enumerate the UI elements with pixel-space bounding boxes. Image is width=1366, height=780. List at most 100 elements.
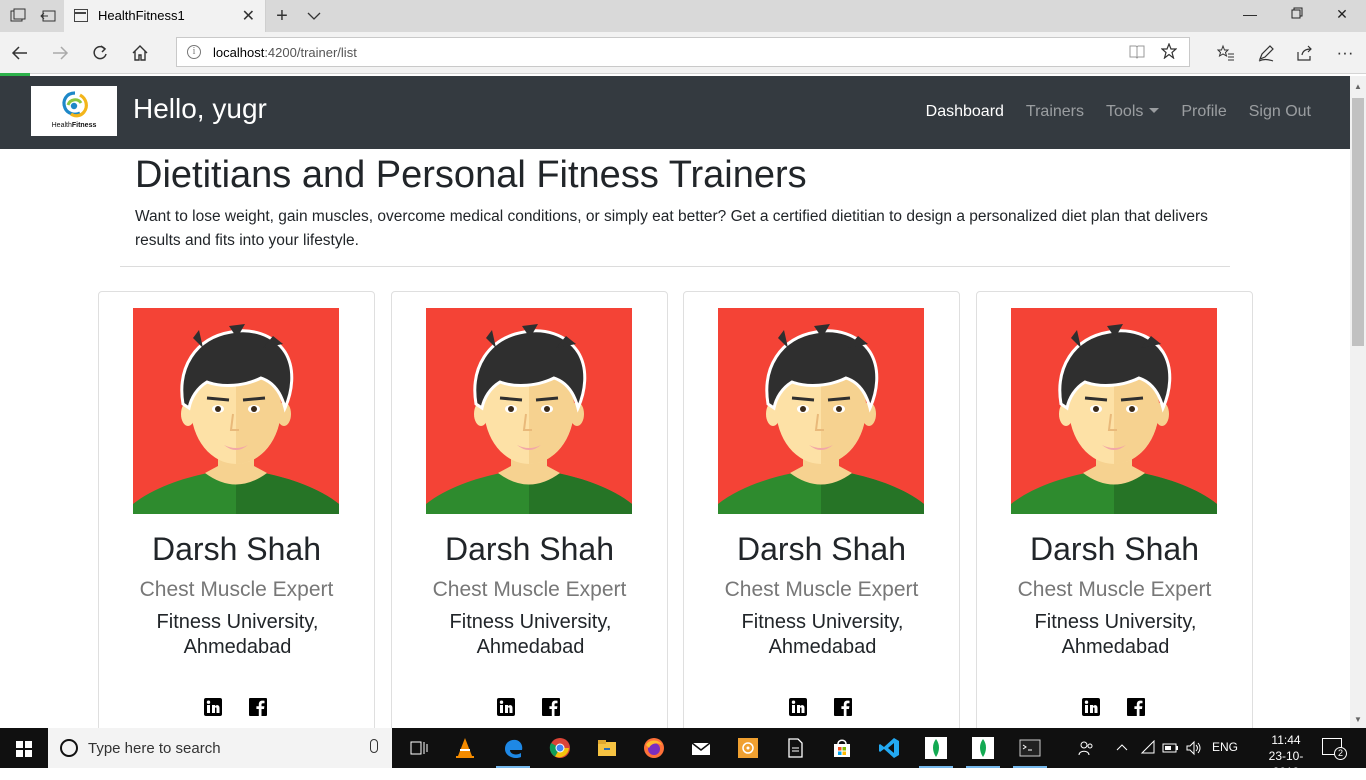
trainer-specialty: Chest Muscle Expert [1017, 578, 1212, 601]
trainer-card: Darsh Shah Chest Muscle Expert Fitness U… [98, 291, 375, 728]
vertical-scrollbar[interactable]: ▲ ▼ [1350, 76, 1366, 728]
nav-trainers[interactable]: Trainers [1026, 103, 1084, 121]
nav-tools-label: Tools [1106, 103, 1144, 120]
trainer-name: Darsh Shah [737, 531, 906, 567]
facebook-icon[interactable] [249, 698, 267, 716]
healthfitness-logo[interactable]: HealthFitness [31, 86, 117, 136]
reading-view-icon[interactable] [1129, 43, 1145, 64]
close-tab-icon[interactable]: ✕ [242, 6, 255, 26]
refresh-icon[interactable] [88, 41, 112, 65]
trainer-avatar [718, 308, 924, 514]
linkedin-icon[interactable] [789, 698, 807, 716]
chevron-down-icon[interactable] [306, 8, 322, 24]
org-line-1: Fitness University, [156, 611, 319, 633]
tab-title: HealthFitness1 [98, 8, 185, 23]
vlc-icon[interactable] [442, 728, 488, 768]
scrollbar-thumb[interactable] [1352, 98, 1364, 346]
more-ellipsis-icon[interactable]: ··· [1333, 41, 1357, 65]
mongodb-icon[interactable] [960, 728, 1006, 768]
terminal-icon[interactable] [1007, 728, 1053, 768]
back-arrow-icon[interactable] [8, 41, 32, 65]
app-orange-icon[interactable] [725, 728, 771, 768]
taskbar-clock[interactable]: 11:44 23-10-2019 [1262, 732, 1310, 780]
document-app-icon[interactable] [772, 728, 818, 768]
person-illustration [1011, 308, 1217, 514]
person-illustration [133, 308, 339, 514]
trainer-name: Darsh Shah [1030, 531, 1199, 567]
vscode-icon[interactable] [866, 728, 912, 768]
restore-icon[interactable] [1287, 6, 1307, 22]
edge-browser-icon[interactable] [490, 728, 536, 768]
nav-links: Dashboard Trainers Tools Profile Sign Ou… [926, 103, 1311, 121]
linkedin-icon[interactable] [497, 698, 515, 716]
input-language[interactable]: ENG [1212, 740, 1238, 754]
nav-sign-out[interactable]: Sign Out [1249, 103, 1311, 121]
windows-start-button[interactable] [0, 728, 48, 768]
new-tab-icon[interactable]: + [274, 6, 290, 26]
file-explorer-icon[interactable] [584, 728, 630, 768]
mail-icon[interactable] [678, 728, 724, 768]
facebook-icon[interactable] [834, 698, 852, 716]
greeting-text: Hello, yugr [133, 93, 267, 124]
windows-taskbar: Type here to search ENG 11:44 23-10-2019 … [0, 728, 1366, 779]
url-host: localhost [213, 45, 265, 60]
scroll-up-icon[interactable]: ▲ [1350, 82, 1366, 91]
facebook-icon[interactable] [542, 698, 560, 716]
battery-icon[interactable] [1162, 740, 1180, 759]
org-line-2: Ahmedabad [768, 636, 877, 658]
favorite-star-icon[interactable] [1160, 42, 1178, 64]
url-field[interactable]: i localhost:4200/trainer/list [176, 37, 1190, 67]
wifi-icon[interactable] [1140, 739, 1156, 759]
person-illustration [718, 308, 924, 514]
logo-wordmark: HealthFitness [31, 122, 117, 129]
section-divider [120, 266, 1230, 267]
microphone-icon[interactable] [370, 739, 378, 753]
people-icon[interactable] [1078, 740, 1094, 759]
favorites-hub-icon[interactable] [1214, 41, 1238, 65]
address-toolbar: i localhost:4200/trainer/list ··· [0, 32, 1366, 74]
forward-arrow-icon[interactable] [48, 41, 72, 65]
store-icon[interactable] [819, 728, 865, 768]
page-icon [74, 9, 88, 22]
share-icon[interactable] [1293, 41, 1317, 65]
taskbar-search-box[interactable]: Type here to search [48, 728, 392, 768]
notification-count: 2 [1334, 747, 1347, 760]
caret-down-icon [1149, 108, 1160, 113]
org-line-2: Ahmedabad [183, 636, 292, 658]
scroll-down-icon[interactable]: ▼ [1350, 715, 1366, 724]
trainer-specialty: Chest Muscle Expert [432, 578, 627, 601]
firefox-icon[interactable] [631, 728, 677, 768]
browser-tab-strip: HealthFitness1 ✕ + — ✕ [0, 0, 1366, 32]
nav-dashboard[interactable]: Dashboard [926, 103, 1004, 121]
org-line-1: Fitness University, [1034, 611, 1197, 633]
set-tabs-aside-icon[interactable] [40, 8, 56, 24]
linkedin-icon[interactable] [1082, 698, 1100, 716]
nav-profile[interactable]: Profile [1181, 103, 1226, 121]
close-window-icon[interactable]: ✕ [1332, 6, 1352, 23]
tab-preview-icon[interactable] [10, 8, 26, 24]
trainer-organization: Fitness University, Ahmedabad [714, 610, 931, 660]
site-info-icon[interactable]: i [187, 45, 201, 59]
search-placeholder: Type here to search [88, 740, 221, 757]
mongodb-compass-icon[interactable] [913, 728, 959, 768]
task-view-icon[interactable] [396, 728, 442, 768]
clock-time: 11:44 [1271, 733, 1301, 747]
logo-swirl-icon [62, 91, 88, 118]
facebook-icon[interactable] [1127, 698, 1145, 716]
tab-healthfitness[interactable]: HealthFitness1 ✕ [64, 0, 266, 32]
web-note-pen-icon[interactable] [1254, 41, 1278, 65]
trainer-organization: Fitness University, Ahmedabad [1007, 610, 1224, 660]
chevron-up-icon[interactable] [1116, 740, 1128, 759]
trainer-card: Darsh Shah Chest Muscle Expert Fitness U… [976, 291, 1253, 728]
trainer-card: Darsh Shah Chest Muscle Expert Fitness U… [683, 291, 960, 728]
trainer-organization: Fitness University, Ahmedabad [129, 610, 346, 660]
org-line-2: Ahmedabad [1061, 636, 1170, 658]
home-icon[interactable] [128, 41, 152, 65]
volume-icon[interactable] [1186, 740, 1202, 759]
clock-date: 23-10-2019 [1268, 749, 1304, 779]
chrome-icon[interactable] [537, 728, 583, 768]
action-center-icon[interactable]: 2 [1322, 738, 1347, 760]
linkedin-icon[interactable] [204, 698, 222, 716]
minimize-icon[interactable]: — [1240, 6, 1260, 22]
nav-tools-dropdown[interactable]: Tools [1106, 103, 1160, 121]
